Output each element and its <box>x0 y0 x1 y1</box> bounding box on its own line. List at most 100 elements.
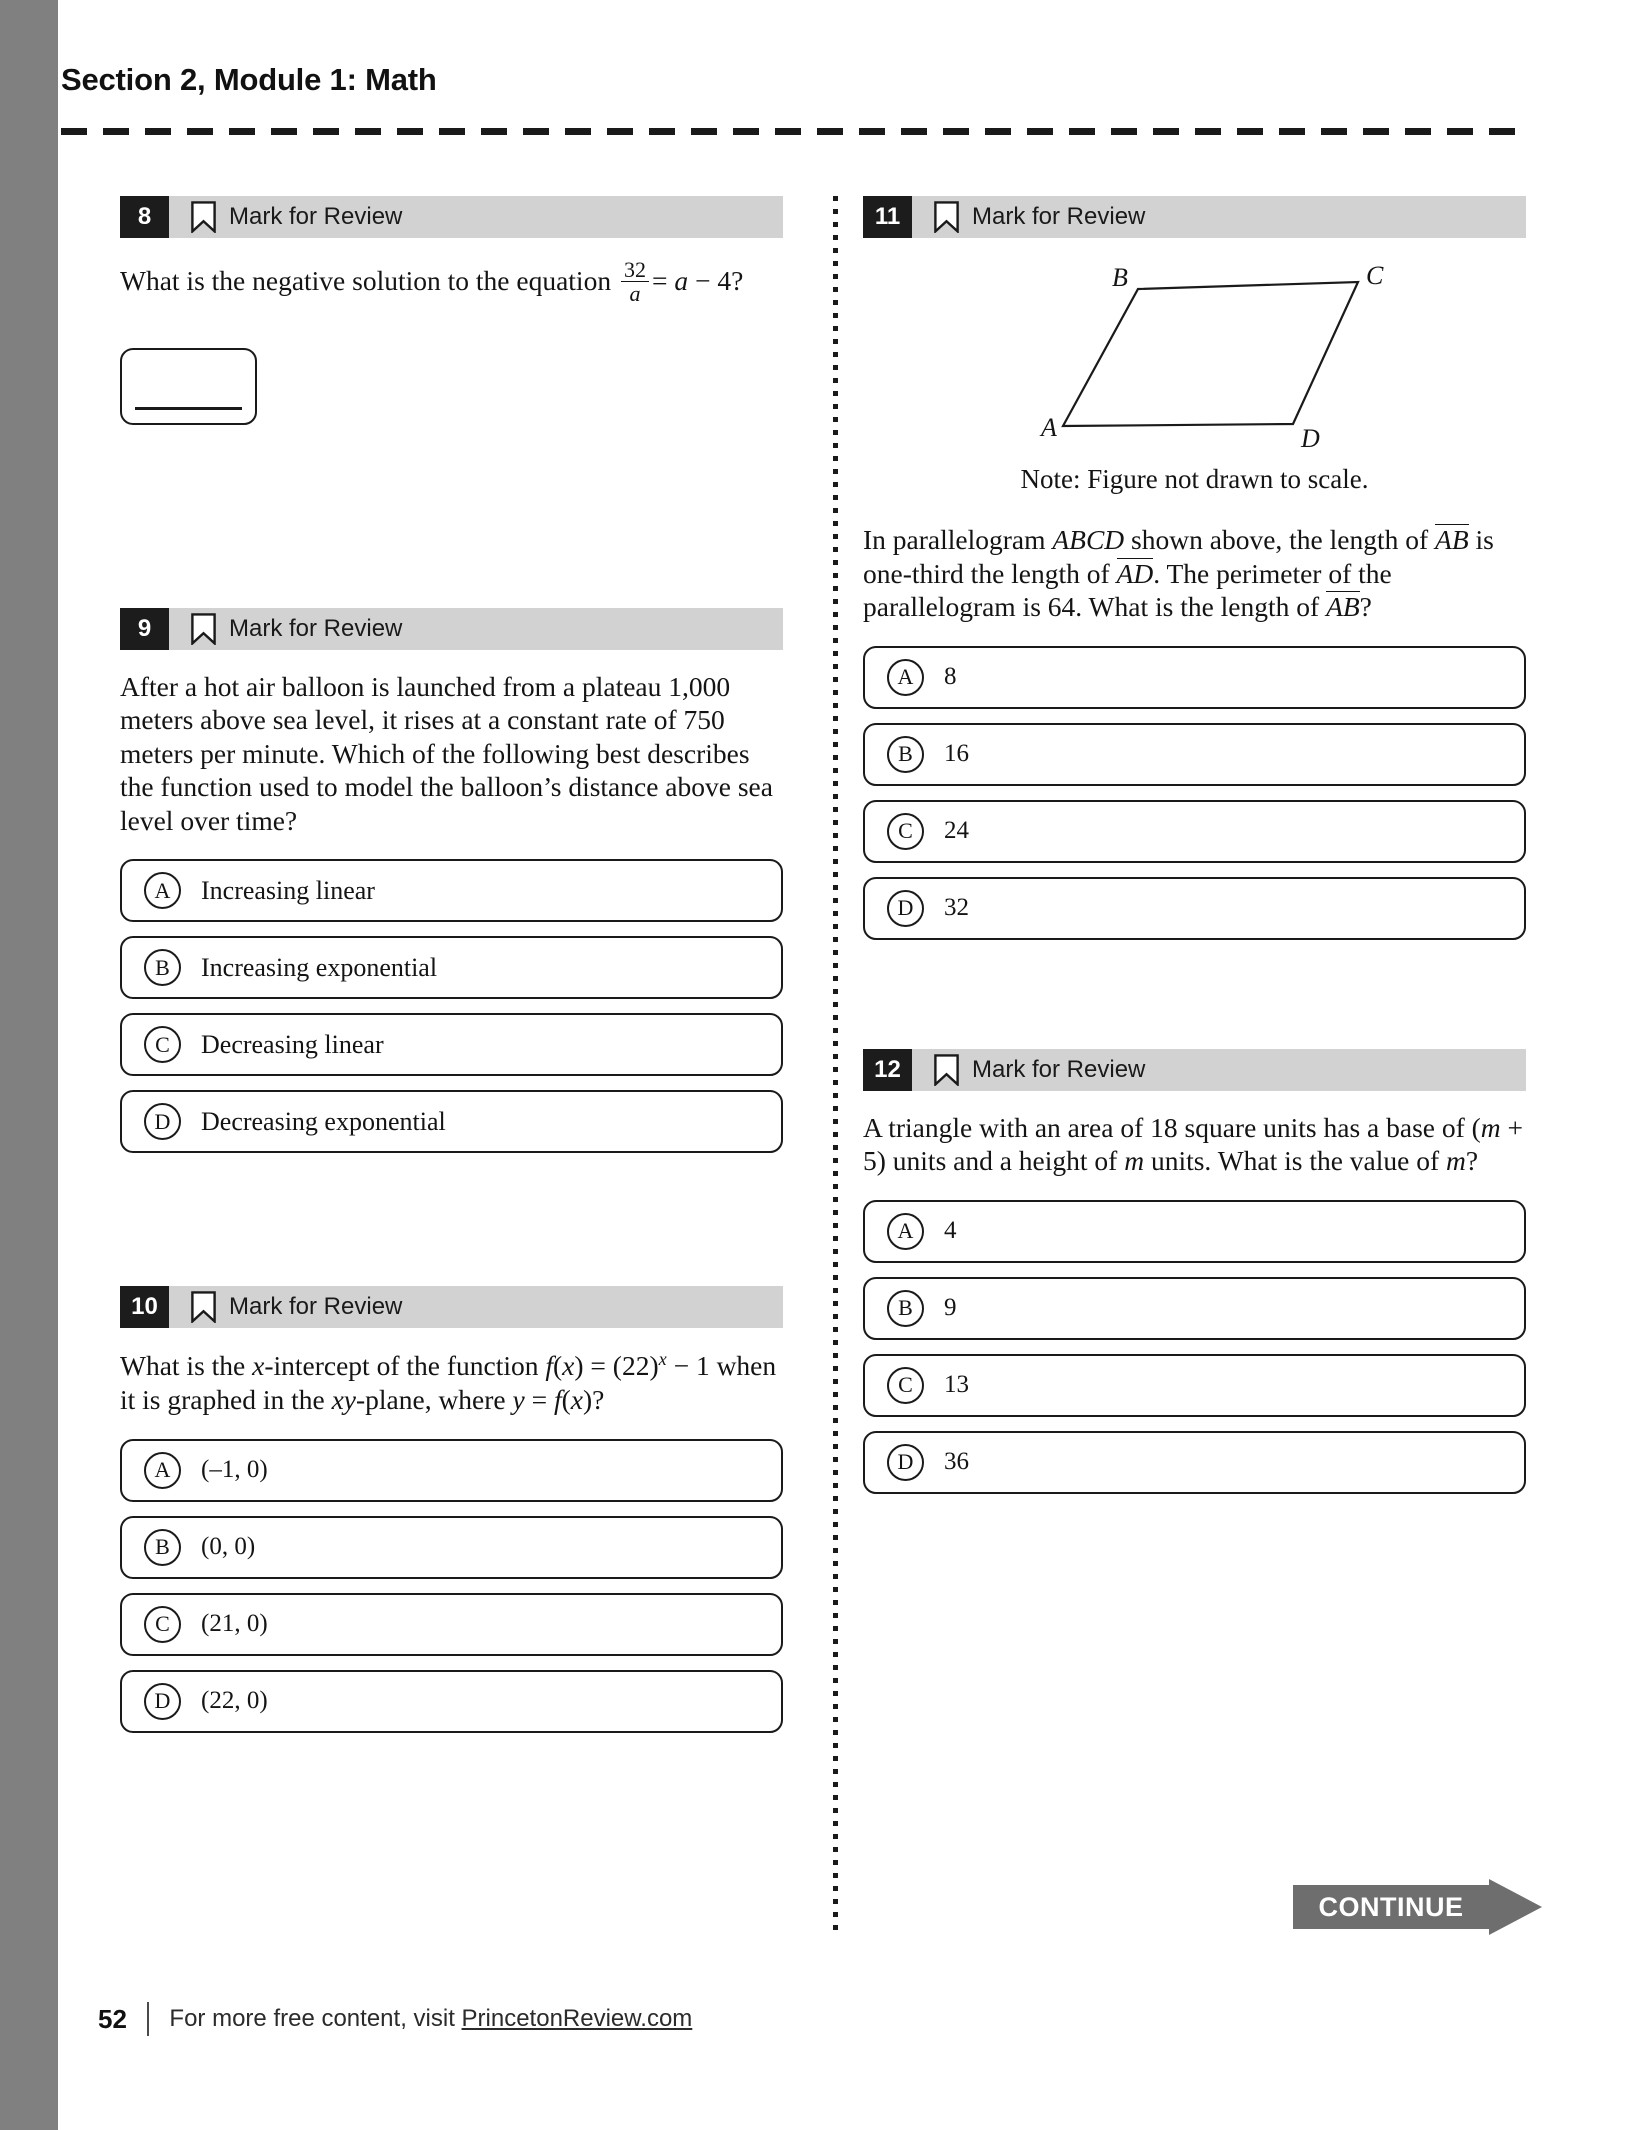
choice-text-b: 16 <box>944 740 969 768</box>
question-9-choice-c[interactable]: C Decreasing linear <box>120 1013 783 1077</box>
question-11-choice-b[interactable]: B 16 <box>863 722 1526 786</box>
footer-promo-text: For more free content, visit PrincetonRe… <box>169 2005 692 2033</box>
question-10-mark-for-review-label[interactable]: Mark for Review <box>229 1286 402 1328</box>
question-9-mark-for-review-label[interactable]: Mark for Review <box>229 608 402 650</box>
q9-number-1000: 1,000 <box>668 670 731 702</box>
question-11-choices: A 8 B 16 C 24 D 32 <box>863 645 1526 940</box>
bookmark-icon[interactable] <box>934 201 959 233</box>
choice-text-b: 9 <box>944 1294 957 1322</box>
question-10-choice-c[interactable]: C (21, 0) <box>120 1592 783 1656</box>
question-12-choice-b[interactable]: B 9 <box>863 1276 1526 1340</box>
q11-part1: In parallelogram <box>863 524 1053 555</box>
page-footer: 52 For more free content, visit Princeto… <box>98 2002 692 2036</box>
choice-letter-b: B <box>887 1289 924 1327</box>
question-9-choice-d[interactable]: D Decreasing exponential <box>120 1090 783 1154</box>
q11-segment-ab: AB <box>1435 524 1469 555</box>
question-12-prompt: A triangle with an area of 18 square uni… <box>863 1111 1526 1178</box>
question-8-mark-for-review-label[interactable]: Mark for Review <box>229 196 402 238</box>
choice-letter-a: A <box>887 1212 924 1250</box>
choice-letter-d: D <box>144 1682 181 1720</box>
q11-perimeter-value: 64 <box>1047 591 1076 623</box>
parallelogram-abcd-diagram: A B C D <box>1039 261 1384 453</box>
q12-var-m3: m <box>1446 1145 1466 1177</box>
left-column: 8 Mark for Review What is the negative s… <box>120 196 783 1747</box>
question-8-answer-input[interactable] <box>120 347 257 425</box>
footer-website-link[interactable]: PrincetonReview.com <box>462 2005 693 2032</box>
q10-func-f: f <box>545 1350 553 1382</box>
choice-letter-c: C <box>144 1605 181 1643</box>
question-11-number: 11 <box>863 196 912 238</box>
choice-letter-a: A <box>144 1451 181 1489</box>
choice-text-a: 8 <box>944 663 957 691</box>
choice-text-c: Decreasing linear <box>201 1029 384 1059</box>
choice-text-d: 36 <box>944 1448 969 1476</box>
q12-var-m1: m <box>1480 1111 1501 1143</box>
q9-line4: meters per minute. Which of the followin… <box>120 737 773 836</box>
fraction-denominator: a <box>620 281 649 306</box>
choice-text-b: Increasing exponential <box>201 952 438 982</box>
q10-part2: -intercept of the function <box>264 1350 546 1382</box>
question-8-header: 8 Mark for Review <box>120 196 783 238</box>
question-8-fraction: 32 a <box>620 257 649 306</box>
question-12-choices: A 4 B 9 C 13 D 36 <box>863 1199 1526 1494</box>
question-10-choice-d[interactable]: D (22, 0) <box>120 1669 783 1733</box>
q10-var-y: y <box>512 1384 525 1416</box>
q11-part5: . What is the length of <box>1075 591 1327 623</box>
question-10-choice-a[interactable]: A (–1, 0) <box>120 1438 783 1502</box>
continue-button-label: CONTINUE <box>1318 1891 1464 1922</box>
question-10-number: 10 <box>120 1286 169 1329</box>
question-9-choice-b[interactable]: B Increasing exponential <box>120 936 783 1000</box>
choice-text-d: 32 <box>944 894 969 922</box>
bookmark-icon[interactable] <box>191 1291 216 1324</box>
q10-var-x: x <box>252 1350 265 1382</box>
choice-text-d: Decreasing exponential <box>201 1106 446 1136</box>
left-margin-bar <box>0 0 58 2130</box>
question-9-choices: A Increasing linear B Increasing exponen… <box>120 859 783 1154</box>
question-8-equals: = <box>651 264 668 296</box>
q10-part7: = <box>524 1384 554 1416</box>
question-11-choice-c[interactable]: C 24 <box>863 799 1526 863</box>
bookmark-icon[interactable] <box>191 201 216 233</box>
bookmark-icon[interactable] <box>191 612 216 645</box>
choice-text-a: (–1, 0) <box>201 1456 268 1484</box>
q10-part8: ( <box>561 1384 571 1416</box>
choice-letter-d: D <box>887 889 924 927</box>
q10-part3: ( <box>553 1350 563 1382</box>
question-10-choice-b[interactable]: B (0, 0) <box>120 1515 783 1579</box>
question-8-minus-term: − 4 <box>694 264 732 296</box>
bookmark-icon[interactable] <box>934 1053 959 1086</box>
q11-segment-ab-2: AB <box>1326 591 1360 623</box>
q11-segment-ad: AD <box>1116 557 1154 589</box>
question-11-figure: A B C D <box>863 254 1526 454</box>
question-12-choice-d[interactable]: D 36 <box>863 1430 1526 1494</box>
question-9: 9 Mark for Review After a hot air balloo… <box>120 607 783 1154</box>
q9-line1: After a hot air balloon is launched from… <box>120 670 662 702</box>
question-11-mark-for-review-label[interactable]: Mark for Review <box>972 196 1145 238</box>
question-8-prompt-suffix: ? <box>731 264 744 296</box>
question-9-number: 9 <box>120 607 169 650</box>
question-12-choice-a[interactable]: A 4 <box>863 1199 1526 1263</box>
choice-letter-b: B <box>887 735 924 773</box>
q10-exponent-x: x <box>658 1349 667 1370</box>
right-column: 11 Mark for Review A B C D Note: Figure … <box>863 196 1526 1508</box>
q12-part5: ? <box>1465 1145 1479 1177</box>
q11-part6: ? <box>1359 591 1372 623</box>
choice-text-c: 13 <box>944 1371 969 1399</box>
question-10-choices: A (–1, 0) B (0, 0) C (21, 0) D (22, 0) <box>120 1438 783 1733</box>
continue-button[interactable]: CONTINUE <box>1293 1879 1542 1935</box>
question-9-prompt: After a hot air balloon is launched from… <box>120 670 783 838</box>
question-11: 11 Mark for Review A B C D Note: Figure … <box>863 196 1526 940</box>
question-11-header: 11 Mark for Review <box>863 196 1526 238</box>
question-12-mark-for-review-label[interactable]: Mark for Review <box>972 1049 1145 1091</box>
choice-letter-d: D <box>887 1443 924 1481</box>
q10-part1: What is the <box>120 1350 253 1382</box>
column-divider-dotted <box>833 196 838 1931</box>
choice-text-d: (22, 0) <box>201 1687 268 1715</box>
fraction-numerator: 32 <box>623 257 646 282</box>
question-12-choice-c[interactable]: C 13 <box>863 1353 1526 1417</box>
question-11-choice-d[interactable]: D 32 <box>863 876 1526 940</box>
question-9-choice-a[interactable]: A Increasing linear <box>120 859 783 923</box>
question-11-figure-note: Note: Figure not drawn to scale. <box>1020 464 1369 494</box>
question-11-choice-a[interactable]: A 8 <box>863 645 1526 709</box>
choice-letter-c: C <box>887 1366 924 1404</box>
